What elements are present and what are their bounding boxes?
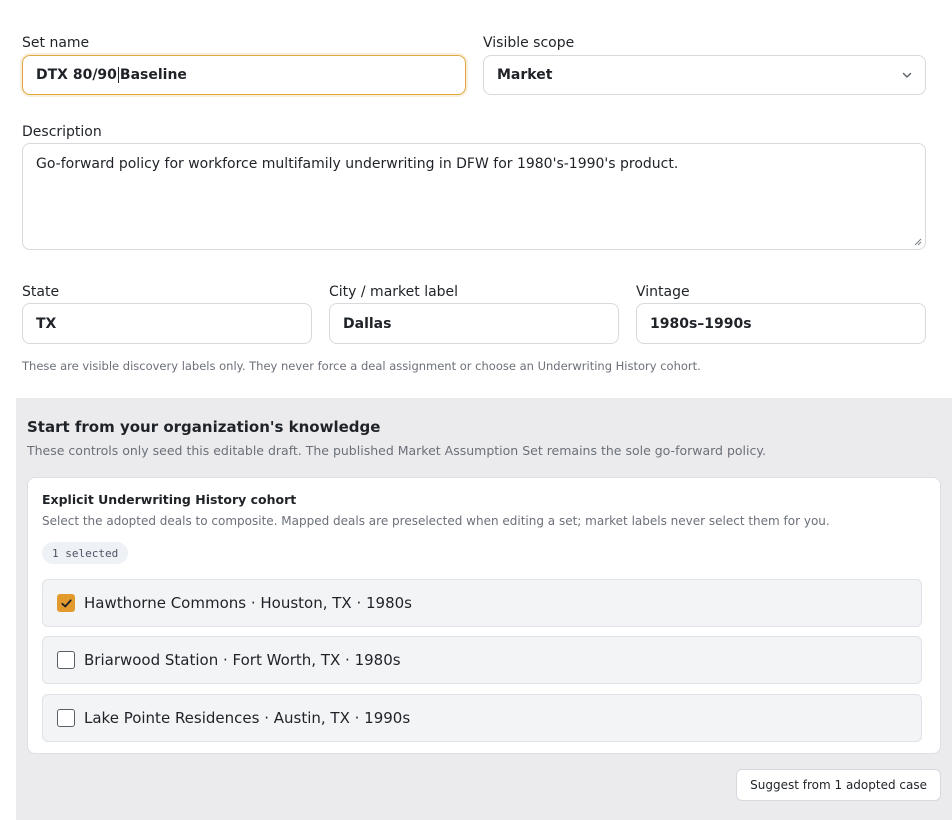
vintage-input[interactable]: 1980s–1990s	[636, 303, 926, 344]
city-value: Dallas	[343, 315, 392, 332]
selected-count-badge: 1 selected	[42, 542, 129, 564]
visible-scope-select[interactable]: Market	[483, 55, 926, 95]
state-value: TX	[36, 315, 57, 332]
city-label: City / market label	[329, 284, 459, 300]
description-textarea[interactable]: Go-forward policy for workforce multifam…	[22, 143, 926, 250]
set-name-value-end: Baseline	[119, 67, 187, 83]
knowledge-subtitle: These controls only seed this editable d…	[27, 443, 766, 458]
deal-checkbox[interactable]	[57, 594, 75, 612]
deal-label: Briarwood Station · Fort Worth, TX · 198…	[84, 651, 401, 669]
description-value: Go-forward policy for workforce multifam…	[36, 156, 679, 172]
text-caret	[117, 67, 119, 83]
knowledge-title: Start from your organization's knowledge	[27, 418, 381, 436]
resize-handle-icon[interactable]	[913, 237, 922, 246]
set-name-value-start: DTX 80/90	[36, 67, 117, 83]
vintage-label: Vintage	[636, 284, 690, 300]
description-label: Description	[22, 124, 102, 140]
labels-hint: These are visible discovery labels only.…	[22, 359, 701, 373]
deal-row-briarwood-station[interactable]: Briarwood Station · Fort Worth, TX · 198…	[42, 636, 922, 684]
deal-checkbox[interactable]	[57, 651, 75, 669]
set-name-label: Set name	[22, 35, 90, 51]
city-input[interactable]: Dallas	[329, 303, 619, 344]
cohort-card: Explicit Underwriting History cohort Sel…	[27, 477, 941, 754]
deal-row-lake-pointe-residences[interactable]: Lake Pointe Residences · Austin, TX · 19…	[42, 694, 922, 742]
set-name-input[interactable]: DTX 80/90 Baseline	[22, 55, 466, 95]
cohort-title: Explicit Underwriting History cohort	[42, 492, 297, 507]
deal-label: Hawthorne Commons · Houston, TX · 1980s	[84, 594, 413, 612]
chevron-down-icon	[902, 72, 912, 78]
cohort-subtitle: Select the adopted deals to composite. M…	[42, 514, 830, 528]
visible-scope-label: Visible scope	[483, 35, 575, 51]
state-label: State	[22, 284, 60, 300]
state-input[interactable]: TX	[22, 303, 312, 344]
deal-checkbox[interactable]	[57, 709, 75, 727]
checkmark-icon	[60, 598, 72, 607]
deal-label: Lake Pointe Residences · Austin, TX · 19…	[84, 709, 411, 727]
knowledge-panel: Start from your organization's knowledge…	[16, 398, 952, 820]
visible-scope-value: Market	[497, 67, 553, 83]
suggest-from-adopted-button[interactable]: Suggest from 1 adopted case	[736, 769, 941, 801]
deal-row-hawthorne-commons[interactable]: Hawthorne Commons · Houston, TX · 1980s	[42, 579, 922, 627]
vintage-value: 1980s–1990s	[650, 315, 752, 332]
